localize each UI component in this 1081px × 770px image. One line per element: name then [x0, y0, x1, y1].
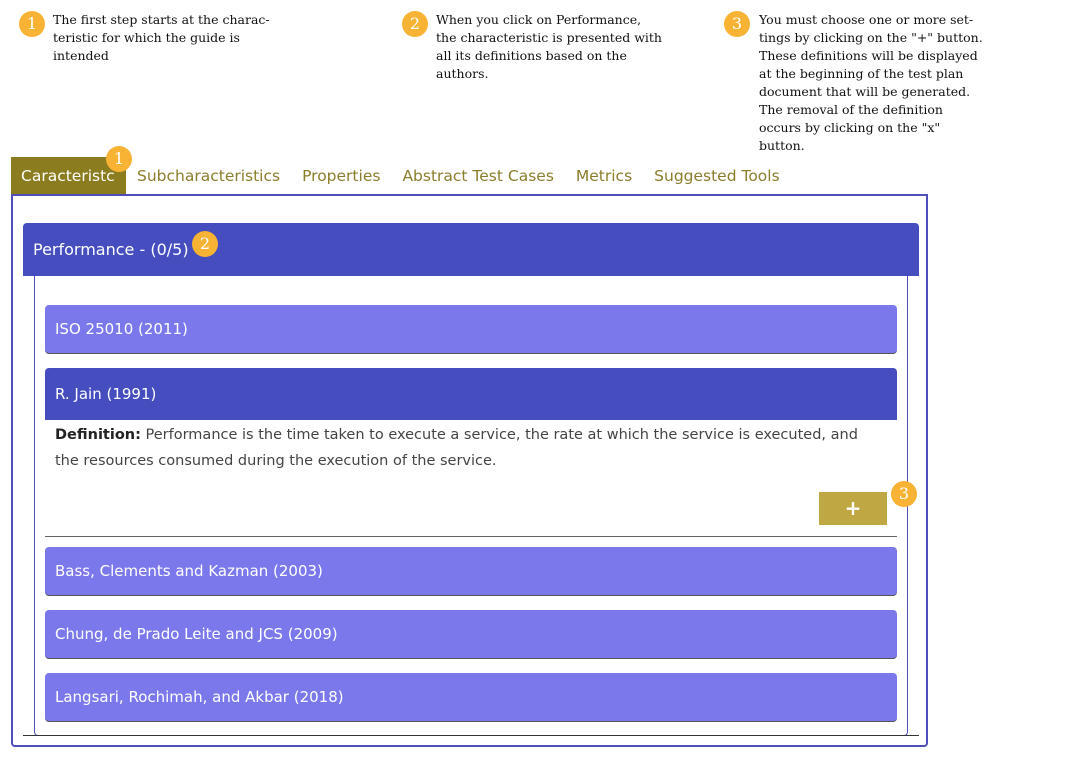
step-2-badge: 2: [402, 11, 428, 37]
definition-item-jain[interactable]: R. Jain (1991): [45, 368, 897, 420]
definition-item-label: ISO 25010 (2011): [55, 320, 188, 338]
definition-item-iso-25010[interactable]: ISO 25010 (2011): [45, 305, 897, 354]
tab-subcharacteristics[interactable]: Subcharacteristics: [126, 157, 291, 194]
step-3-badge: 3: [724, 11, 750, 37]
tab-marker-badge: 1: [106, 146, 132, 172]
step-1-note: The first step starts at the charac- ter…: [53, 12, 270, 63]
jain-bottom-divider: [45, 536, 897, 537]
tab-suggested-tools[interactable]: Suggested Tools: [643, 157, 791, 194]
add-definition-button[interactable]: +: [819, 492, 887, 525]
performance-bottom-divider: [23, 735, 919, 736]
step-3-note: You must choose one or more set- tings b…: [759, 12, 983, 153]
definition-prefix: Definition:: [55, 427, 141, 443]
definition-item-label: Chung, de Prado Leite and JCS (2009): [55, 625, 338, 643]
tab-metrics[interactable]: Metrics: [565, 157, 643, 194]
tab-properties[interactable]: Properties: [291, 157, 391, 194]
definition-item-chung[interactable]: Chung, de Prado Leite and JCS (2009): [45, 610, 897, 659]
performance-accordion-header[interactable]: Performance - (0/5): [23, 223, 919, 276]
step-2-note: When you click on Performance, the chara…: [436, 12, 662, 81]
definition-item-bass[interactable]: Bass, Clements and Kazman (2003): [45, 547, 897, 596]
step-1-badge: 1: [19, 11, 45, 37]
definition-body: Performance is the time taken to execute…: [55, 427, 858, 469]
tab-abstract-test-cases[interactable]: Abstract Test Cases: [391, 157, 564, 194]
performance-marker-badge: 2: [192, 231, 218, 257]
definition-item-label: Bass, Clements and Kazman (2003): [55, 562, 323, 580]
add-marker-badge: 3: [891, 481, 917, 507]
definition-item-label: Langsari, Rochimah, and Akbar (2018): [55, 688, 344, 706]
performance-label: Performance - (0/5): [33, 240, 189, 259]
definition-item-label: R. Jain (1991): [55, 385, 157, 403]
definition-text: Definition: Performance is the time take…: [55, 422, 885, 474]
definition-item-langsari[interactable]: Langsari, Rochimah, and Akbar (2018): [45, 673, 897, 722]
